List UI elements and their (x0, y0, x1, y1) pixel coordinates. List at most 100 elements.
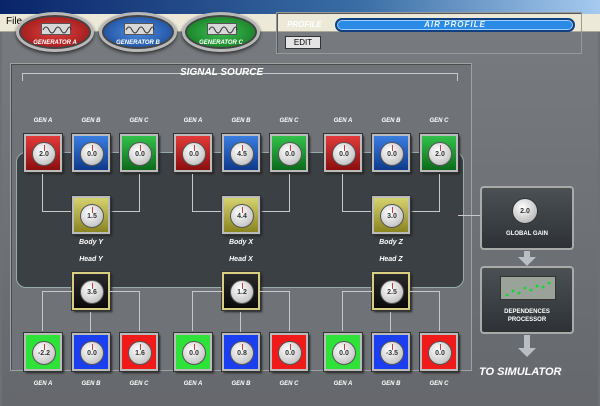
bottom-y-gen-c-knob-value: 1.6 (128, 341, 152, 365)
bottom-z-gen-a-knob-value: 0.0 (332, 341, 356, 365)
bottom-y-gen-a-knob[interactable]: -2.2 (24, 333, 62, 371)
dependences-label-line1: DEPENDENCES (504, 309, 550, 315)
bottom-x-gen-a-knob[interactable]: 0.0 (174, 333, 212, 371)
gen-label-bottom: GEN C (129, 381, 149, 387)
head-y-knob[interactable]: 3.6 (72, 272, 110, 310)
bottom-x-gen-b-knob[interactable]: 0.8 (222, 333, 260, 371)
bottom-z-gen-c-knob[interactable]: 0.0 (420, 333, 458, 371)
connector-line (90, 312, 91, 332)
gen-label-top: GEN A (33, 118, 53, 124)
top-x-gen-a-knob-value: 0.0 (182, 142, 206, 166)
gen-label-bottom: GEN B (231, 381, 251, 387)
body-y-label: Body Y (79, 239, 103, 246)
global-gain-label: GLOBAL GAIN (506, 231, 548, 237)
bottom-x-gen-b-knob-value: 0.8 (230, 341, 254, 365)
gen-label-bottom: GEN C (429, 381, 449, 387)
gen-label-top: GEN B (81, 118, 101, 124)
head-x-knob[interactable]: 1.2 (222, 272, 260, 310)
arrow-down-icon (518, 348, 536, 357)
generator-b-label: GENERATOR B (116, 40, 160, 46)
connector-line (410, 174, 440, 212)
body-y-knob[interactable]: 1.5 (72, 196, 110, 234)
body-x-knob[interactable]: 4.4 (222, 196, 260, 234)
body-x-label: Body X (228, 239, 254, 246)
bottom-y-gen-a-knob-value: -2.2 (32, 341, 56, 365)
profile-edit-button[interactable]: EDIT (285, 36, 321, 49)
to-simulator-label: TO SIMULATOR (479, 366, 562, 378)
head-y-label: Head Y (79, 256, 103, 263)
top-x-gen-c-knob[interactable]: 0.0 (270, 134, 308, 172)
bottom-x-gen-a-knob-value: 0.0 (182, 341, 206, 365)
body-z-knob[interactable]: 3.0 (372, 196, 410, 234)
generator-a-button[interactable]: GENERATOR A (16, 12, 94, 52)
generator-c-label: GENERATOR C (199, 40, 243, 46)
gen-label-top: GEN B (231, 118, 251, 124)
arrow-stem (524, 335, 530, 349)
connector-line (458, 215, 480, 216)
generator-a-label: GENERATOR A (33, 40, 77, 46)
top-x-gen-b-knob-value: 4.5 (230, 142, 254, 166)
head-x-knob-value: 1.2 (230, 280, 254, 304)
top-y-gen-a-knob[interactable]: 2.0 (24, 134, 62, 172)
top-z-gen-a-knob[interactable]: 0.0 (324, 134, 362, 172)
connector-line (192, 174, 222, 212)
head-z-knob[interactable]: 2.5 (372, 272, 410, 310)
head-y-knob-value: 3.6 (80, 280, 104, 304)
profile-panel: PROFILE EDIT AIR PROFILE (276, 12, 582, 54)
body-x-knob-value: 4.4 (230, 204, 254, 228)
gen-label-bottom: GEN A (333, 381, 353, 387)
connector-line (240, 312, 241, 332)
top-x-gen-c-knob-value: 0.0 (278, 142, 302, 166)
gen-label-bottom: GEN A (33, 381, 53, 387)
arrow-down-icon (518, 257, 536, 266)
top-y-gen-a-knob-value: 2.0 (32, 142, 56, 166)
dependences-graph-icon (500, 276, 556, 300)
gen-label-bottom: GEN B (381, 381, 401, 387)
bottom-z-gen-a-knob[interactable]: 0.0 (324, 333, 362, 371)
gen-label-top: GEN A (333, 118, 353, 124)
global-gain-knob[interactable]: 2.0 (512, 198, 538, 224)
top-z-gen-b-knob-value: 0.0 (380, 142, 404, 166)
body-z-label: Body Z (379, 239, 403, 246)
connector-line (258, 291, 290, 331)
connector-line (260, 174, 290, 212)
dependences-processor-label: DEPENDENCES PROCESSOR (482, 308, 572, 324)
gen-label-top: GEN C (279, 118, 299, 124)
generator-c-button[interactable]: GENERATOR C (182, 12, 260, 52)
top-x-gen-b-knob[interactable]: 4.5 (222, 134, 260, 172)
head-z-label: Head Z (379, 256, 403, 263)
gen-label-top: GEN C (429, 118, 449, 124)
bottom-z-gen-b-knob-value: -3.5 (380, 341, 404, 365)
bottom-y-gen-b-knob[interactable]: 0.0 (72, 333, 110, 371)
bottom-x-gen-c-knob-value: 0.0 (278, 341, 302, 365)
top-z-gen-c-knob[interactable]: 2.0 (420, 134, 458, 172)
gen-label-bottom: GEN B (81, 381, 101, 387)
gen-label-top: GEN A (183, 118, 203, 124)
connector-line (408, 291, 440, 331)
head-z-knob-value: 2.5 (380, 280, 404, 304)
top-z-gen-b-knob[interactable]: 0.0 (372, 134, 410, 172)
connector-line (108, 291, 140, 331)
bottom-y-gen-c-knob[interactable]: 1.6 (120, 333, 158, 371)
top-y-gen-c-knob-value: 0.0 (128, 142, 152, 166)
profile-name-field[interactable]: AIR PROFILE (335, 18, 575, 32)
global-gain-panel: 2.0 GLOBAL GAIN (480, 186, 574, 250)
body-z-knob-value: 3.0 (380, 204, 404, 228)
dependences-processor-panel[interactable]: DEPENDENCES PROCESSOR (480, 266, 574, 334)
dependences-label-line2: PROCESSOR (507, 317, 547, 323)
top-x-gen-a-knob[interactable]: 0.0 (174, 134, 212, 172)
top-y-gen-c-knob[interactable]: 0.0 (120, 134, 158, 172)
bottom-x-gen-c-knob[interactable]: 0.0 (270, 333, 308, 371)
connector-line (42, 291, 72, 331)
profile-label: PROFILE (287, 20, 322, 29)
connector-line (342, 174, 372, 212)
top-y-gen-b-knob[interactable]: 0.0 (72, 134, 110, 172)
sine-wave-icon (207, 23, 238, 35)
connector-line (390, 312, 391, 332)
top-z-gen-a-knob-value: 0.0 (332, 142, 356, 166)
gen-label-bottom: GEN A (183, 381, 203, 387)
generator-b-button[interactable]: GENERATOR B (99, 12, 177, 52)
connector-line (42, 174, 72, 212)
bottom-z-gen-b-knob[interactable]: -3.5 (372, 333, 410, 371)
top-y-gen-b-knob-value: 0.0 (80, 142, 104, 166)
